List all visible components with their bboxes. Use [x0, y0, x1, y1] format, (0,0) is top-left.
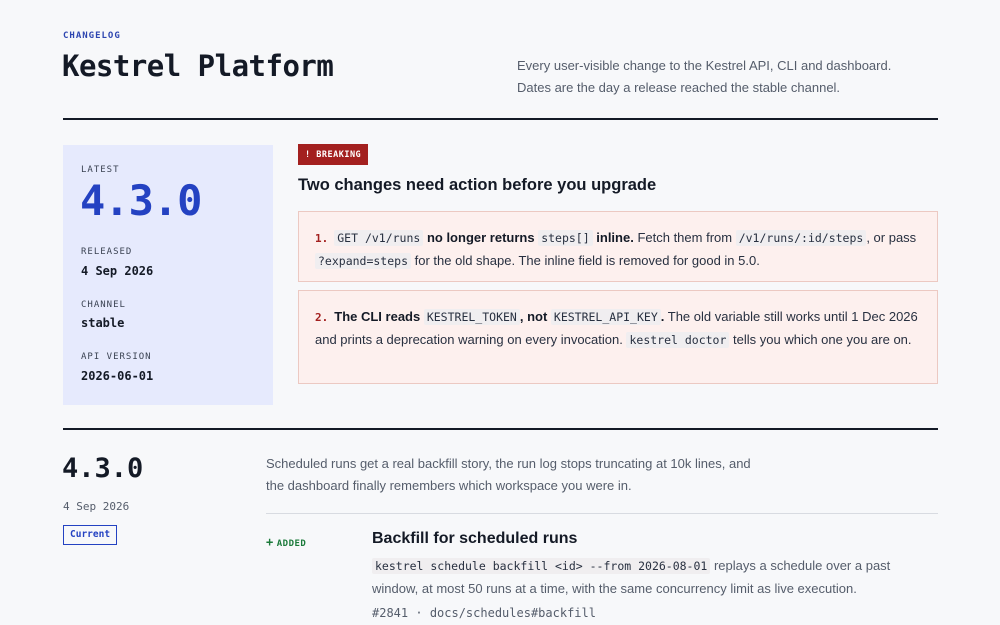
page-intro: Every user-visible change to the Kestrel…: [517, 55, 937, 99]
summary-line: the dashboard finally remembers which wo…: [266, 478, 632, 493]
plus-icon: +: [266, 535, 274, 549]
latest-release-card: LATEST 4.3.0 RELEASED 4 Sep 2026 CHANNEL…: [63, 145, 273, 405]
code-snippet: ?expand=steps: [315, 252, 412, 269]
intro-line: Dates are the day a release reached the …: [517, 80, 841, 95]
code-snippet: KESTREL_API_KEY: [550, 309, 661, 325]
header-divider: [63, 118, 938, 120]
release-date: 4 Sep 2026: [63, 500, 130, 513]
api-version-value: 2026-06-01: [81, 369, 154, 383]
notice-emphasis: inline.: [592, 230, 634, 245]
notice-number: 2.: [315, 311, 329, 324]
released-value: 4 Sep 2026: [81, 264, 154, 278]
docs-link[interactable]: docs/schedules#backfill: [430, 606, 596, 620]
change-title: Backfill for scheduled runs: [372, 530, 578, 547]
latest-label: LATEST: [81, 165, 120, 175]
notice-text: , or pass: [866, 230, 917, 245]
breaking-notice: 2. The CLI reads KESTREL_TOKEN, not KESTR…: [298, 290, 938, 384]
channel-value: stable: [81, 316, 125, 330]
code-snippet: KESTREL_TOKEN: [423, 309, 520, 325]
code-snippet: /v1/runs/:id/steps: [735, 230, 867, 246]
latest-version: 4.3.0: [80, 176, 202, 225]
code-snippet: kestrel schedule backfill <id> --from 20…: [372, 558, 711, 574]
page-title: Kestrel Platform: [62, 49, 334, 83]
notice-text: Fetch them from: [633, 230, 736, 245]
breaking-notice: 1. GET /v1/runs no longer returns steps[]…: [298, 211, 938, 282]
notice-emphasis: , not: [519, 309, 551, 324]
code-snippet: GET /v1/runs: [334, 230, 424, 246]
notice-emphasis: no longer returns: [423, 230, 539, 245]
release-version: 4.3.0: [62, 453, 144, 484]
issue-link[interactable]: #2841: [372, 606, 408, 620]
section-divider: [63, 428, 938, 430]
change-type-label: ADDED: [276, 539, 307, 549]
notice-emphasis: The CLI reads: [334, 309, 424, 324]
summary-line: Scheduled runs get a real backfill story…: [266, 456, 751, 471]
channel-label: CHANNEL: [81, 300, 126, 310]
current-tag: Current: [63, 525, 118, 545]
breaking-heading: Two changes need action before you upgra…: [298, 176, 657, 194]
notice-text: tells you which one you are on.: [729, 331, 912, 347]
changelog-eyebrow: CHANGELOG: [63, 31, 121, 41]
breaking-badge: ! BREAKING: [298, 144, 369, 165]
change-type-added: + ADDED: [266, 535, 306, 549]
code-snippet: kestrel doctor: [626, 331, 730, 348]
intro-line: Every user-visible change to the Kestrel…: [517, 58, 892, 73]
release-summary: Scheduled runs get a real backfill story…: [266, 453, 786, 497]
change-references: #2841 · docs/schedules#backfill: [372, 606, 596, 620]
code-snippet: steps[]: [538, 230, 593, 246]
notice-text: for the old shape. The inline field is r…: [411, 252, 760, 268]
ref-separator: ·: [408, 606, 430, 620]
released-label: RELEASED: [81, 247, 133, 257]
entry-divider: [266, 513, 938, 514]
change-description: kestrel schedule backfill <id> --from 20…: [372, 555, 932, 599]
api-version-label: API VERSION: [81, 352, 152, 362]
notice-number: 1.: [315, 232, 329, 245]
